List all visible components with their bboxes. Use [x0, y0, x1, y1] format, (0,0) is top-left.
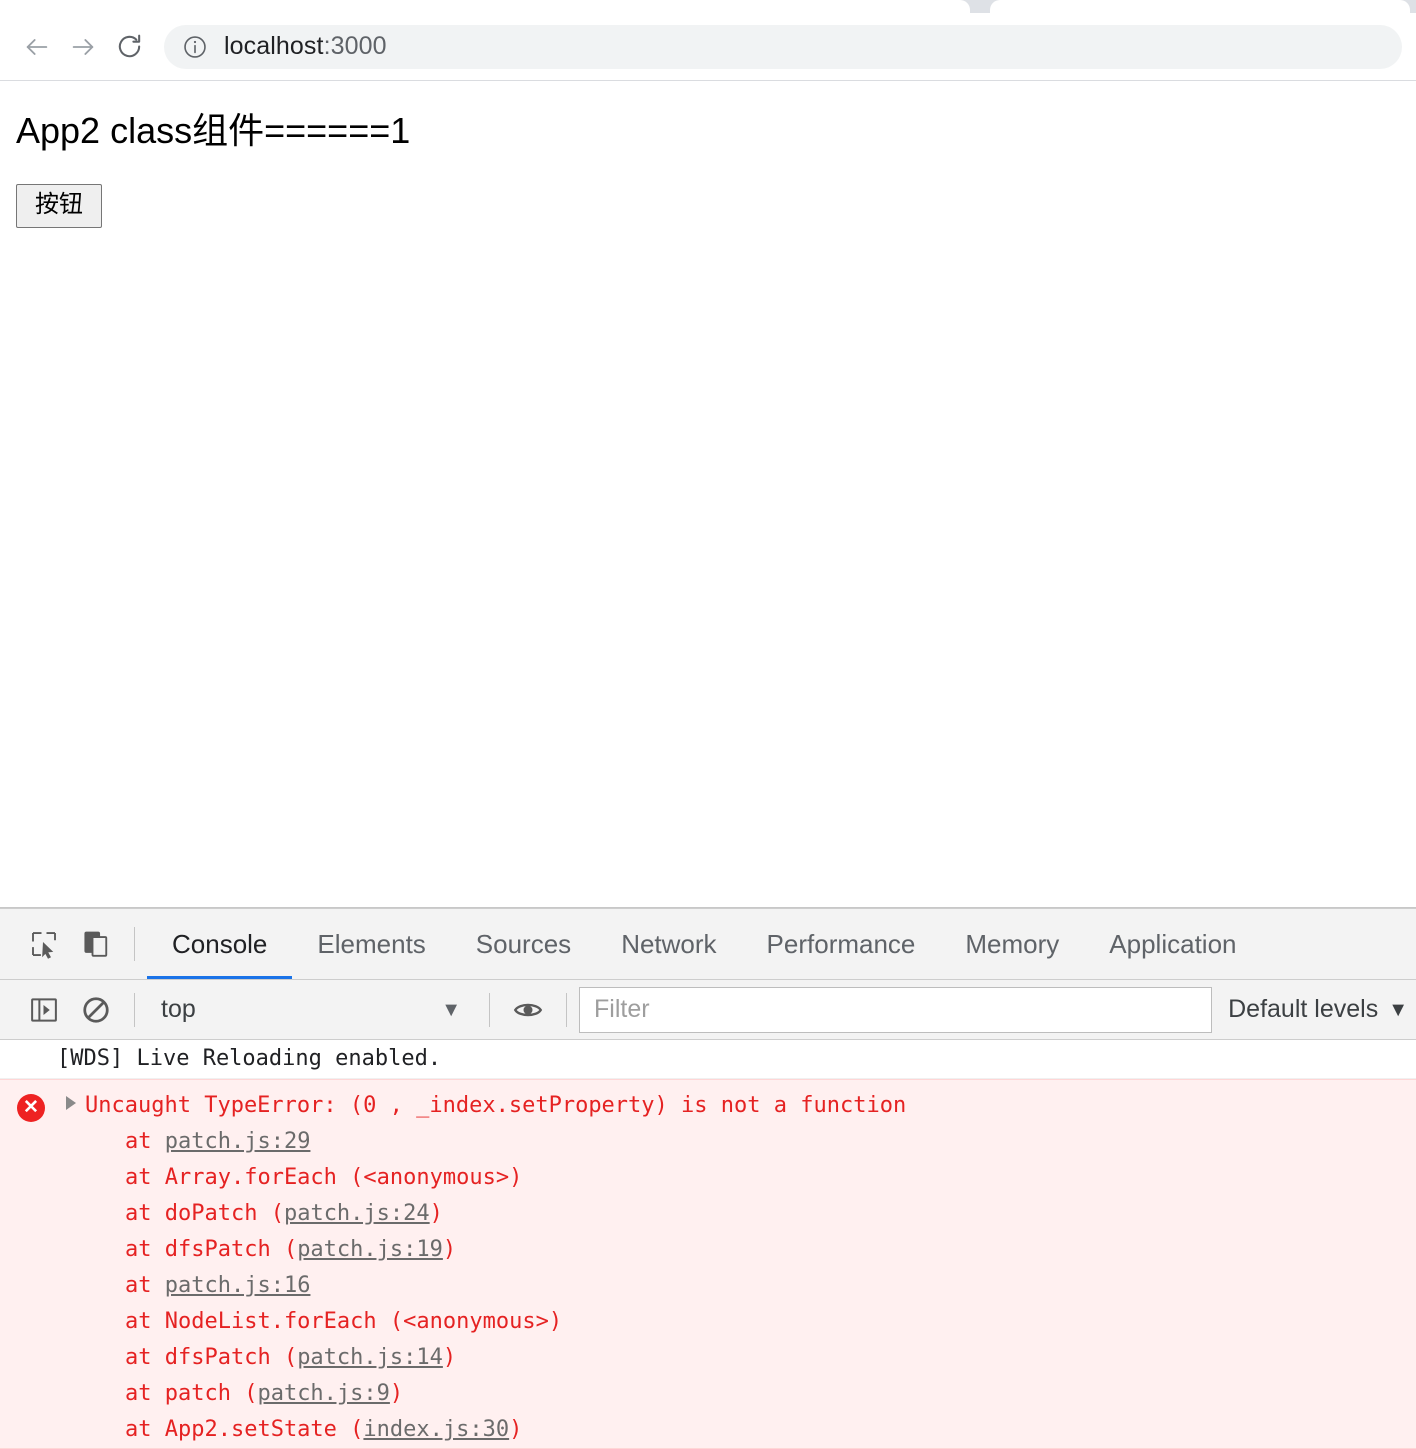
stack-frame-suffix: )	[429, 1201, 443, 1226]
execution-context-select[interactable]: top ▼	[147, 988, 477, 1032]
stack-frame-suffix: )	[389, 1381, 404, 1406]
device-toolbar-icon[interactable]	[70, 918, 122, 970]
console-filter-input[interactable]	[579, 986, 1213, 1033]
page-heading: App2 class组件======1	[16, 110, 411, 151]
tab-label: Network	[621, 928, 717, 959]
devtools-tabbar: Console Elements Sources Network Perform…	[0, 909, 1416, 980]
stack-frame: at patch.js:16	[125, 1268, 1416, 1304]
stack-frame-source-link[interactable]: patch.js:16	[165, 1273, 311, 1298]
tab-label: Console	[172, 928, 268, 959]
stack-frame: at dfsPatch (patch.js:19)	[125, 1232, 1416, 1268]
stack-frame-prefix: at	[125, 1129, 165, 1154]
browser-tab[interactable]	[990, 0, 1410, 13]
browser-toolbar: localhost:3000	[0, 13, 1416, 81]
tab-sources[interactable]: Sources	[451, 909, 596, 979]
browser-chrome: localhost:3000	[0, 0, 1416, 81]
page-viewport: App2 class组件======1 按钮	[0, 81, 1416, 908]
chevron-down-icon: ▼	[1388, 998, 1408, 1021]
stack-frame-suffix: )	[509, 1417, 523, 1442]
stack-frame-source-link[interactable]: patch.js:24	[284, 1201, 430, 1226]
console-message-error[interactable]: ✕ Uncaught TypeError: (0 , _index.setPro…	[0, 1079, 1416, 1449]
forward-button[interactable]	[60, 24, 106, 70]
console-toolbar: top ▼ Default levels ▼	[0, 980, 1416, 1040]
tab-label: Elements	[317, 928, 426, 959]
action-button[interactable]: 按钮	[16, 183, 102, 228]
stack-frame-prefix: at App2.setState (	[125, 1417, 364, 1442]
stack-frame: at NodeList.forEach (<anonymous>)	[125, 1304, 1416, 1340]
stack-frame-source-link[interactable]: index.js:30	[363, 1417, 509, 1442]
stack-frame-prefix: at patch (	[125, 1381, 258, 1406]
error-stack-trace: at patch.js:29 at Array.forEach (<anonymo…	[0, 1124, 1416, 1448]
expand-triangle-icon[interactable]	[66, 1096, 76, 1110]
stack-frame: at patch (patch.js:9)	[125, 1376, 1416, 1412]
stack-frame: at doPatch (patch.js:24)	[125, 1196, 1416, 1232]
address-bar[interactable]: localhost:3000	[164, 24, 1402, 69]
tab-application[interactable]: Application	[1084, 909, 1261, 979]
stack-frame-prefix: at dfsPatch (	[125, 1345, 298, 1370]
stack-frame-suffix: )	[442, 1345, 457, 1370]
stack-frame-prefix: at dfsPatch (	[125, 1237, 298, 1262]
tab-label: Memory	[965, 928, 1060, 959]
toolbar-divider	[566, 992, 567, 1027]
chevron-down-icon: ▼	[441, 998, 461, 1021]
console-sidebar-toggle-icon[interactable]	[18, 984, 70, 1036]
live-expression-icon[interactable]	[502, 987, 554, 1033]
arrow-left-icon	[26, 38, 48, 55]
stack-frame-suffix: )	[442, 1237, 457, 1262]
stack-frame-prefix: at NodeList.forEach (<anonymous>)	[125, 1309, 563, 1334]
stack-frame: at App2.setState (index.js:30)	[125, 1412, 1416, 1448]
stack-frame: at Array.forEach (<anonymous>)	[125, 1160, 1416, 1196]
stack-frame: at dfsPatch (patch.js:14)	[125, 1340, 1416, 1376]
error-icon: ✕	[17, 1094, 45, 1122]
devtools-panel: Console Elements Sources Network Perform…	[0, 908, 1416, 1449]
url-host: localhost	[224, 32, 324, 60]
error-title: Uncaught TypeError: (0 , _index.setPrope…	[85, 1093, 907, 1118]
tab-strip	[0, 0, 1416, 13]
back-button[interactable]	[14, 24, 60, 70]
tab-elements[interactable]: Elements	[292, 909, 450, 979]
tab-label: Sources	[475, 928, 572, 959]
stack-frame-prefix: at doPatch (	[125, 1201, 284, 1226]
stack-frame-prefix: at Array.forEach (<anonymous>)	[125, 1165, 523, 1190]
tab-performance[interactable]: Performance	[742, 909, 941, 979]
address-bar-text: localhost:3000	[224, 32, 387, 61]
site-info-icon[interactable]	[182, 34, 208, 60]
stack-frame-source-link[interactable]: patch.js:14	[297, 1345, 443, 1370]
log-levels-select[interactable]: Default levels ▼	[1222, 995, 1416, 1024]
toolbar-divider	[489, 992, 490, 1027]
stack-frame-prefix: at	[125, 1273, 165, 1298]
url-port: :3000	[323, 32, 387, 60]
console-output[interactable]: [WDS] Live Reloading enabled. ✕ Uncaught…	[0, 1040, 1416, 1449]
inspect-element-icon[interactable]	[18, 918, 70, 970]
stack-frame-source-link[interactable]: patch.js:29	[165, 1129, 311, 1154]
clear-console-icon[interactable]	[70, 984, 122, 1036]
toolbar-divider	[134, 992, 135, 1027]
stack-frame-source-link[interactable]: patch.js:9	[257, 1381, 389, 1406]
log-levels-value: Default levels	[1228, 995, 1379, 1023]
tab-memory[interactable]: Memory	[940, 909, 1084, 979]
stack-frame: at patch.js:29	[125, 1124, 1416, 1160]
tab-network[interactable]: Network	[596, 909, 741, 979]
browser-tab[interactable]	[0, 0, 970, 13]
tab-console[interactable]: Console	[147, 909, 293, 979]
reload-button[interactable]	[106, 24, 152, 70]
arrow-right-icon	[72, 38, 94, 55]
tab-label: Application	[1109, 928, 1237, 959]
console-message-log[interactable]: [WDS] Live Reloading enabled.	[0, 1040, 1416, 1079]
toolbar-divider	[134, 927, 135, 961]
tab-label: Performance	[766, 928, 916, 959]
console-message-text: [WDS] Live Reloading enabled.	[57, 1046, 442, 1071]
reload-icon	[118, 34, 140, 58]
execution-context-value: top	[161, 995, 196, 1023]
stack-frame-source-link[interactable]: patch.js:19	[297, 1237, 443, 1262]
